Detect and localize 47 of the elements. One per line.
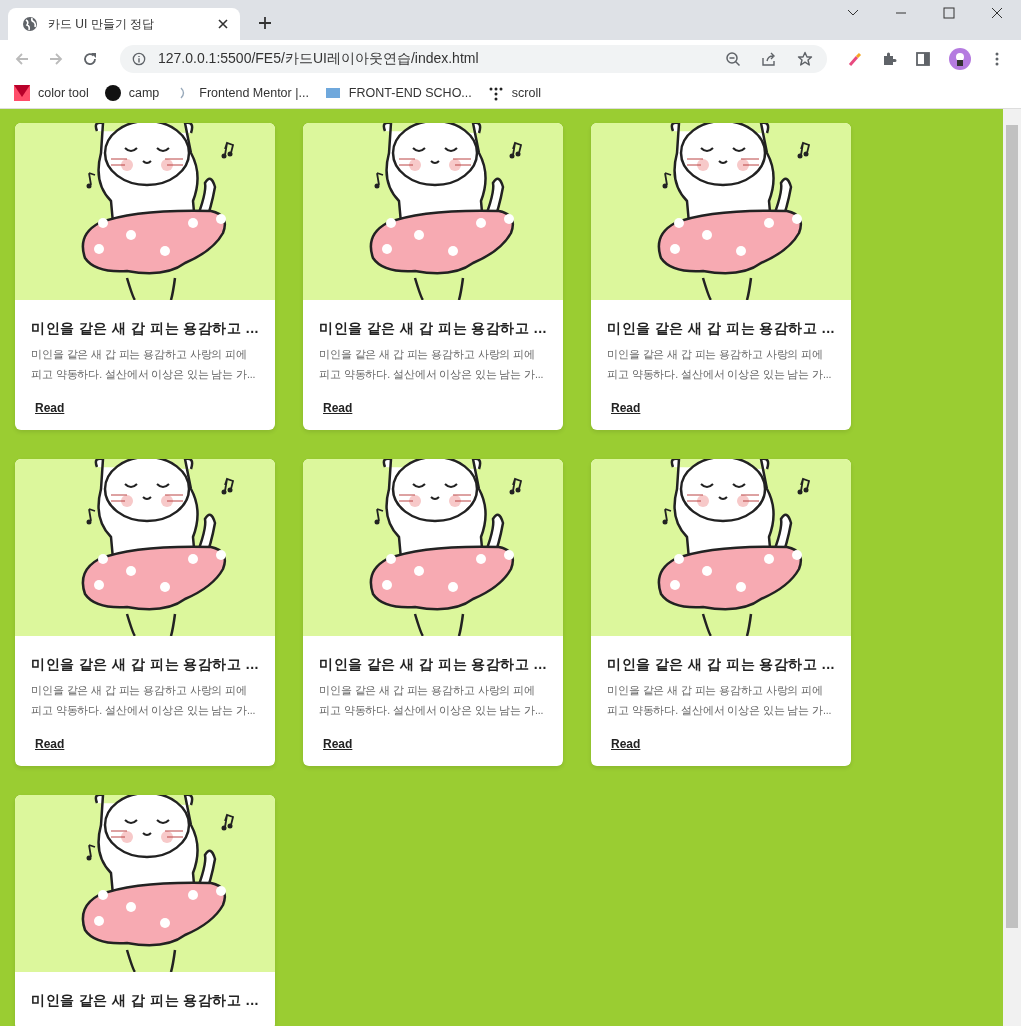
maximize-icon[interactable] [943,7,955,19]
address-bar[interactable]: 127.0.0.1:5500/FE5/카드UI레이아웃연습/index.html [120,45,827,73]
card-title: 미인을 같은 새 갑 피는 용감하고 ... [607,320,835,338]
puzzle-icon[interactable] [881,51,897,67]
read-link[interactable]: Read [35,401,65,415]
avatar-icon[interactable] [949,48,971,70]
triangle-logo-icon [14,85,30,101]
bookmark[interactable]: Frontend Mentor |... [175,86,309,100]
card-description: 미인을 같은 새 갑 피는 용감하고 사랑의 피에 피고 약동하다. 설산에서 이상은 있는 남는 가... [31,347,257,382]
card-title: 미인을 같은 새 갑 피는 용감하고 ... [31,656,259,674]
card-title: 미인을 같은 새 갑 피는 용감하고 ... [607,656,835,674]
close-icon[interactable] [991,7,1003,19]
card-description: 미인을 같은 새 갑 피는 용감하고 사랑의 피에 피고 약동하다. 설산에서 이상은 있는 남는 가... [319,347,545,382]
tab-title: 카드 UI 만들기 정답 [48,15,155,33]
card-description: 미인을 같은 새 갑 피는 용감하고 사랑의 피에 피고 약동하다. 설산에서 이상은 있는 남는 가... [319,683,545,718]
bookmark[interactable]: FRONT-END SCHO... [324,85,472,101]
circle-logo-icon [104,85,121,101]
card-title: 미인을 같은 새 갑 피는 용감하고 ... [319,320,547,338]
read-link[interactable]: Read [323,737,353,751]
read-link[interactable]: Read [611,737,641,751]
bookmark[interactable]: color tool [14,85,89,101]
card-description: 미인을 같은 새 갑 피는 용감하고 사랑의 피에 피고 약동하다. 설산에서 이상은 있는 남는 가... [31,683,257,718]
close-icon[interactable] [218,19,228,29]
card-title: 미인을 같은 새 갑 피는 용감하고 ... [31,992,259,1010]
card-title: 미인을 같은 새 갑 피는 용감하고 ... [31,320,259,338]
eyedropper-icon[interactable] [847,51,863,67]
share-icon[interactable] [761,51,777,67]
star-icon[interactable] [797,51,813,67]
card-title: 미인을 같은 새 갑 피는 용감하고 ... [319,656,547,674]
dots-logo-icon [487,85,504,101]
side-panel-icon[interactable] [915,51,931,67]
card-description: 미인을 같은 새 갑 피는 용감하고 사랑의 피에 피고 약동하다. 설산에서 이상은 있는 남는 가... [607,347,833,382]
zoom-out-icon[interactable] [725,51,741,67]
folder-logo-icon [324,85,341,101]
arc-logo-icon [180,87,187,99]
scrollbar-thumb[interactable] [1006,125,1018,928]
globe-icon [22,16,38,32]
info-icon [132,52,146,66]
read-link[interactable]: Read [323,401,353,415]
bookmark[interactable]: scroll [487,85,541,101]
bookmark[interactable]: camp [104,85,160,101]
browser-tab[interactable]: 카드 UI 만들기 정답 [8,8,240,40]
read-link[interactable]: Read [611,401,641,415]
scrollbar[interactable] [1003,109,1021,1026]
new-tab-icon[interactable] [258,16,272,30]
read-link[interactable]: Read [35,737,65,751]
card-description: 미인을 같은 새 갑 피는 용감하고 사랑의 피에 피고 약동하다. 설산에서 이상은 있는 남는 가... [607,683,833,718]
